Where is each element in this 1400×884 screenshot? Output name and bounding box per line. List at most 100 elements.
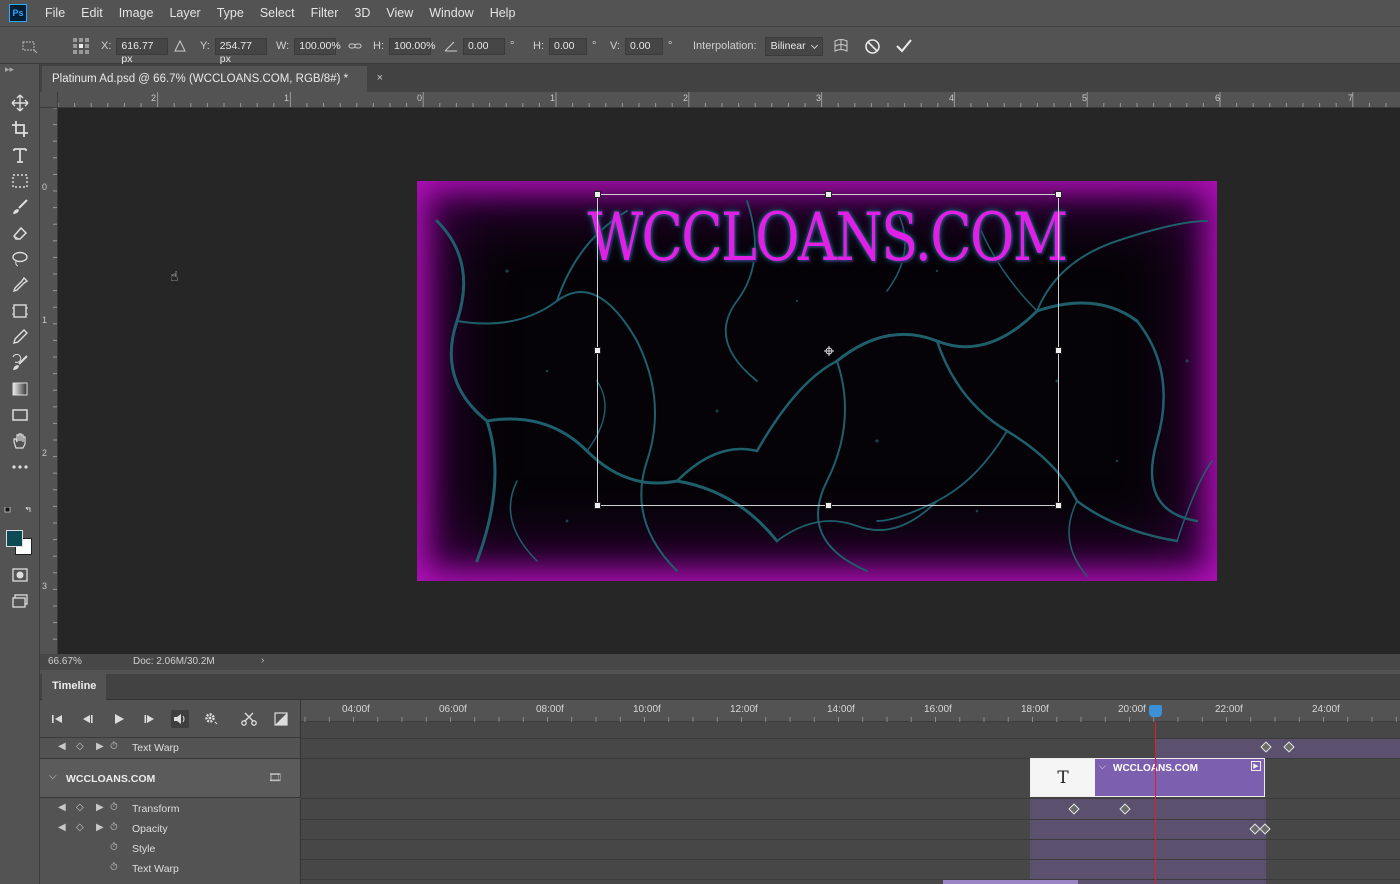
reference-point-icon[interactable]: [72, 27, 90, 65]
free-transform-bounding-box[interactable]: [594, 191, 1062, 509]
prev-keyframe-icon[interactable]: ◀: [58, 741, 66, 752]
stopwatch-icon[interactable]: ⏱: [110, 741, 118, 752]
canvas-area[interactable]: ☝ WCCLOANS.COM: [58, 108, 1400, 654]
menu-file[interactable]: File: [37, 0, 73, 26]
property-row-text-warp[interactable]: ⏱ Text Warp: [40, 859, 301, 884]
menu-layer[interactable]: Layer: [161, 0, 208, 26]
clip-menu-chevron-icon[interactable]: ⌵: [1099, 761, 1106, 772]
zoom-level[interactable]: 66.67%: [48, 656, 82, 667]
document-tab[interactable]: Platinum Ad.psd @ 66.7% (WCCLOANS.COM, R…: [42, 66, 383, 92]
relative-position-icon[interactable]: [174, 27, 186, 65]
x-field[interactable]: 616.77 px: [116, 37, 169, 65]
pencil-tool-icon[interactable]: [8, 326, 32, 348]
property-row-opacity[interactable]: ◀ ◇ ▶ ⏱ Opacity: [40, 819, 301, 839]
color-swatches[interactable]: [5, 528, 35, 558]
width-field[interactable]: 100.00%: [294, 37, 341, 55]
transform-handle-right[interactable]: [1055, 347, 1062, 354]
next-keyframe-icon[interactable]: ▶: [96, 802, 104, 813]
menu-edit[interactable]: Edit: [73, 0, 111, 26]
transform-handle-bottom[interactable]: [825, 502, 832, 509]
next-keyframe-icon[interactable]: ▶: [96, 822, 104, 833]
menu-type[interactable]: Type: [209, 0, 252, 26]
split-at-playhead-icon[interactable]: [240, 710, 258, 728]
marquee-tool-icon[interactable]: [8, 170, 32, 192]
menu-select[interactable]: Select: [252, 0, 303, 26]
menu-help[interactable]: Help: [482, 0, 524, 26]
link-icon[interactable]: [348, 27, 362, 65]
playhead-handle-icon[interactable]: [1149, 705, 1162, 717]
next-keyframe-icon[interactable]: ▶: [96, 741, 104, 752]
screen-mode-icon[interactable]: [8, 590, 32, 612]
close-tab-icon[interactable]: ×: [377, 72, 383, 84]
property-row-text-warp-top[interactable]: ◀ ◇ ▶ ⏱ Text Warp: [40, 738, 301, 758]
text-layer-clip[interactable]: T ⌵ WCCLOANS.COM ▶: [1030, 758, 1265, 797]
menu-3d[interactable]: 3D: [346, 0, 378, 26]
gradient-tool-icon[interactable]: [8, 378, 32, 400]
clip-end-arrow-icon[interactable]: ▶: [1251, 761, 1261, 771]
type-tool-icon[interactable]: [8, 144, 32, 166]
menu-window[interactable]: Window: [421, 0, 481, 26]
commit-transform-icon[interactable]: [895, 27, 913, 65]
add-keyframe-icon[interactable]: ◇: [76, 741, 84, 752]
h-skew-field[interactable]: 0.00: [549, 37, 587, 55]
move-tool-icon[interactable]: [8, 92, 32, 114]
timeline-tab[interactable]: Timeline: [42, 674, 107, 700]
stopwatch-icon[interactable]: ⏱: [110, 802, 118, 813]
menu-image[interactable]: Image: [111, 0, 162, 26]
v-skew-field[interactable]: 0.00: [625, 37, 663, 55]
render-settings-gear-icon[interactable]: [202, 710, 220, 728]
transform-handle-left[interactable]: [594, 347, 601, 354]
status-menu-arrow-icon[interactable]: ›: [261, 655, 264, 666]
brush-tool-icon[interactable]: [8, 196, 32, 218]
collapse-layer-chevron-icon[interactable]: ⌵: [49, 771, 57, 782]
quick-mask-icon[interactable]: [8, 564, 32, 586]
property-row-transform[interactable]: ◀ ◇ ▶ ⏱ Transform: [40, 799, 301, 819]
stopwatch-icon[interactable]: ⏱: [110, 822, 118, 833]
crop-tool-icon[interactable]: [8, 118, 32, 140]
prev-keyframe-icon[interactable]: ◀: [58, 822, 66, 833]
transform-tool-icon[interactable]: [20, 27, 38, 65]
warp-mode-icon[interactable]: [832, 27, 850, 65]
menu-view[interactable]: View: [378, 0, 421, 26]
frame-tool-icon[interactable]: [8, 300, 32, 322]
eraser-tool-icon[interactable]: [8, 222, 32, 244]
foreground-color-swatch[interactable]: [6, 530, 23, 547]
timeline-time-ruler[interactable]: 04:00f 06:00f 08:00f 10:00f 12:00f 14:00…: [301, 700, 1400, 722]
eyedropper-tool-icon[interactable]: [8, 274, 32, 296]
transition-icon[interactable]: [272, 710, 290, 728]
height-field[interactable]: 100.00%: [389, 37, 435, 55]
interpolation-select[interactable]: Bilinear: [764, 36, 823, 56]
transform-center-icon[interactable]: [824, 346, 834, 356]
lasso-tool-icon[interactable]: [8, 248, 32, 270]
transform-handle-top-right[interactable]: [1055, 191, 1062, 198]
add-keyframe-icon[interactable]: ◇: [76, 822, 84, 833]
cancel-transform-icon[interactable]: [864, 27, 881, 65]
transform-handle-top[interactable]: [825, 191, 832, 198]
history-brush-tool-icon[interactable]: [8, 352, 32, 374]
property-row-style[interactable]: ⏱ Style: [40, 839, 301, 859]
film-strip-icon[interactable]: 🎞: [268, 771, 282, 784]
hand-tool-icon[interactable]: [8, 430, 32, 452]
audio-mute-icon[interactable]: [171, 710, 189, 728]
more-tools-icon[interactable]: [8, 456, 32, 478]
swap-colors-icon[interactable]: [4, 507, 36, 514]
next-clip-edge[interactable]: [943, 880, 1078, 884]
rectangle-tool-icon[interactable]: [8, 404, 32, 426]
next-frame-icon[interactable]: [141, 710, 159, 728]
menu-filter[interactable]: Filter: [303, 0, 347, 26]
angle-field[interactable]: 0.00: [463, 37, 505, 55]
collapse-panel-icon[interactable]: ▸▸: [5, 64, 14, 75]
y-field[interactable]: 254.77 px: [214, 37, 267, 65]
transform-handle-top-left[interactable]: [594, 191, 601, 198]
timeline-track-area[interactable]: T ⌵ WCCLOANS.COM ▶: [301, 722, 1400, 884]
stopwatch-icon[interactable]: ⏱: [110, 842, 118, 853]
go-to-first-frame-icon[interactable]: [48, 710, 66, 728]
transform-handle-bottom-left[interactable]: [594, 502, 601, 509]
ruler-origin[interactable]: [40, 92, 58, 108]
transform-handle-bottom-right[interactable]: [1055, 502, 1062, 509]
prev-keyframe-icon[interactable]: ◀: [58, 802, 66, 813]
timeline-layer-wccloans[interactable]: ⌵ WCCLOANS.COM 🎞: [40, 758, 301, 798]
stopwatch-icon[interactable]: ⏱: [110, 862, 118, 873]
play-icon[interactable]: [110, 710, 128, 728]
previous-frame-icon[interactable]: [78, 710, 96, 728]
